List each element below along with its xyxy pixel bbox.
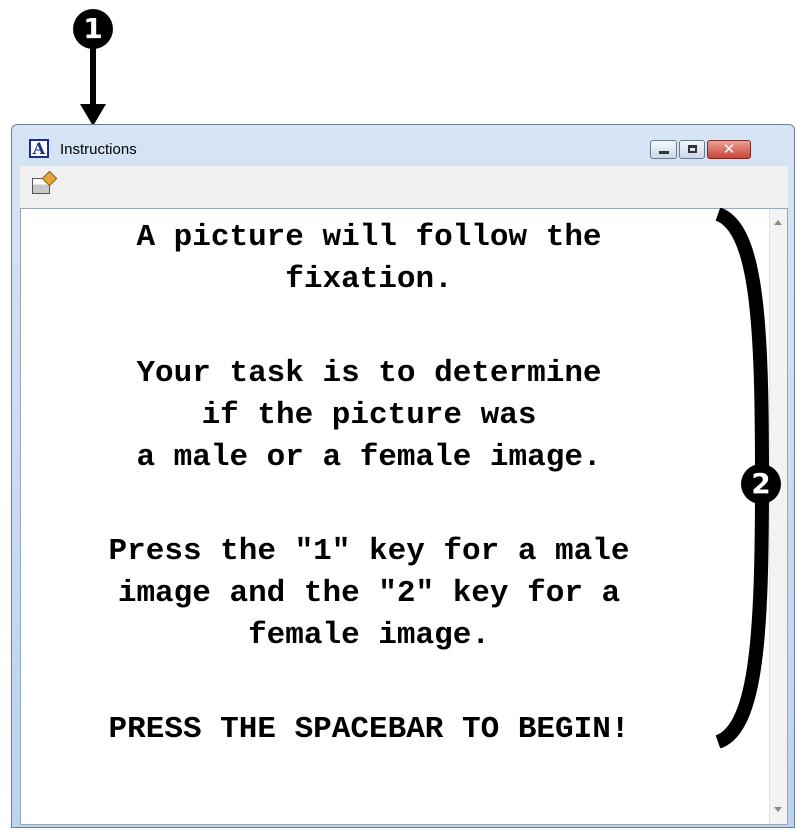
- app-icon[interactable]: A: [29, 139, 49, 158]
- properties-icon[interactable]: [32, 178, 50, 194]
- instruction-paragraph-1: A picture will follow the fixation.: [136, 220, 602, 297]
- callout-arrow-head: [80, 104, 106, 126]
- scroll-down-arrow-icon[interactable]: [774, 807, 782, 812]
- callout-2-badge: 2: [741, 464, 781, 504]
- toolbar: [20, 166, 788, 208]
- minimize-button[interactable]: [650, 140, 677, 159]
- close-button[interactable]: ✕: [707, 140, 751, 159]
- instruction-paragraph-4: PRESS THE SPACEBAR TO BEGIN!: [108, 712, 630, 747]
- maximize-icon: [688, 145, 697, 153]
- minimize-icon: [659, 151, 669, 154]
- instructions-content: A picture will follow the fixation. Your…: [20, 208, 788, 825]
- callout-arrow-shaft: [90, 46, 96, 108]
- instruction-paragraph-2: Your task is to determine if the picture…: [136, 356, 602, 475]
- instructions-window: A Instructions ✕ A picture will follow t…: [11, 124, 795, 828]
- instruction-paragraph-3: Press the "1" key for a male image and t…: [108, 534, 630, 653]
- maximize-button[interactable]: [679, 140, 705, 159]
- window-title: Instructions: [60, 141, 137, 158]
- close-icon: ✕: [722, 140, 736, 158]
- title-bar[interactable]: A Instructions ✕: [12, 125, 794, 159]
- callout-1-badge: 1: [73, 9, 113, 49]
